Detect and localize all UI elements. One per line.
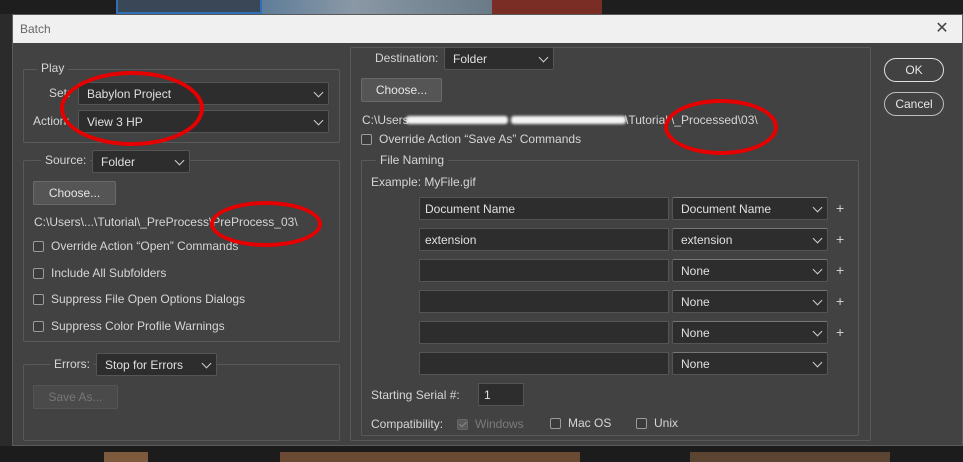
add-row-icon[interactable]: + bbox=[836, 262, 844, 278]
dialog-title: Batch bbox=[20, 22, 51, 36]
annotation-circle bbox=[210, 201, 322, 247]
destination-choose-button[interactable]: Choose... bbox=[361, 78, 442, 102]
errors-label: Errors: bbox=[50, 357, 94, 371]
suppress-open-options-checkbox[interactable]: Suppress File Open Options Dialogs bbox=[33, 292, 245, 306]
naming-select-value: Document Name bbox=[681, 202, 772, 216]
background-thumbnail bbox=[280, 452, 580, 462]
checkbox-box[interactable] bbox=[33, 267, 44, 279]
naming-select-value: None bbox=[681, 264, 710, 278]
destination-select[interactable]: Folder bbox=[444, 47, 554, 70]
naming-text-field[interactable]: Document Name bbox=[419, 197, 669, 220]
checkbox-label: Unix bbox=[654, 416, 679, 430]
naming-select[interactable]: Document Name bbox=[672, 197, 828, 220]
file-naming-example: Example: MyFile.gif bbox=[371, 175, 476, 189]
checkbox-label: Mac OS bbox=[568, 416, 612, 430]
redaction-mark bbox=[511, 116, 626, 124]
errors-select-value: Stop for Errors bbox=[105, 358, 184, 372]
naming-select[interactable]: None bbox=[672, 290, 828, 313]
background-thumbnail bbox=[690, 452, 890, 462]
override-save-as-checkbox[interactable]: Override Action “Save As” Commands bbox=[361, 132, 581, 146]
chevron-down-icon bbox=[201, 358, 212, 369]
naming-select[interactable]: None bbox=[672, 321, 828, 344]
include-subfolders-checkbox[interactable]: Include All Subfolders bbox=[33, 266, 166, 280]
checkbox-label: Include All Subfolders bbox=[51, 266, 167, 280]
chevron-down-icon bbox=[812, 233, 823, 244]
naming-select[interactable]: None bbox=[672, 259, 828, 282]
checkbox-label: Suppress Color Profile Warnings bbox=[51, 319, 225, 333]
chevron-down-icon bbox=[812, 202, 823, 213]
serial-label: Starting Serial #: bbox=[371, 388, 460, 402]
ok-button[interactable]: OK bbox=[884, 58, 944, 82]
checkbox-label: Windows bbox=[475, 417, 524, 431]
serial-input[interactable]: 1 bbox=[478, 383, 524, 406]
chevron-down-icon bbox=[812, 295, 823, 306]
background-thumbnail bbox=[104, 452, 148, 462]
naming-select[interactable]: extension bbox=[672, 228, 828, 251]
suppress-color-profile-checkbox[interactable]: Suppress Color Profile Warnings bbox=[33, 319, 225, 333]
naming-select[interactable]: None bbox=[672, 352, 828, 375]
batch-dialog: Batch ✕ Play Set: Babylon Project Action… bbox=[12, 14, 963, 446]
destination-select-value: Folder bbox=[453, 52, 488, 66]
chevron-down-icon bbox=[538, 52, 549, 63]
source-label: Source: bbox=[41, 153, 91, 167]
override-open-checkbox[interactable]: Override Action “Open” Commands bbox=[33, 239, 238, 253]
naming-select-value: None bbox=[681, 295, 710, 309]
naming-text-field[interactable] bbox=[419, 352, 669, 375]
destination-label: Destination: bbox=[371, 51, 443, 65]
checkbox-label: Override Action “Save As” Commands bbox=[379, 132, 582, 146]
cancel-button[interactable]: Cancel bbox=[884, 92, 944, 116]
naming-select-value: None bbox=[681, 326, 710, 340]
close-icon[interactable]: ✕ bbox=[932, 19, 952, 39]
annotation-circle bbox=[664, 99, 778, 155]
file-naming-legend: File Naming bbox=[376, 153, 449, 167]
destination-path-mid: \Tutorial bbox=[625, 113, 668, 127]
checkbox-label: Suppress File Open Options Dialogs bbox=[51, 292, 246, 306]
checkbox-box[interactable] bbox=[550, 417, 561, 429]
checkbox-label: Override Action “Open” Commands bbox=[51, 239, 239, 253]
windows-checkbox[interactable]: Windows bbox=[457, 417, 524, 431]
background-thumbnail bbox=[492, 0, 602, 14]
compatibility-label: Compatibility: bbox=[371, 417, 444, 431]
errors-select[interactable]: Stop for Errors bbox=[96, 353, 217, 376]
title-bar: Batch ✕ bbox=[13, 15, 962, 43]
chevron-down-icon bbox=[812, 264, 823, 275]
checkbox-box[interactable] bbox=[636, 417, 647, 429]
naming-text-field[interactable] bbox=[419, 290, 669, 313]
chevron-down-icon bbox=[313, 87, 324, 98]
naming-text-field[interactable] bbox=[419, 321, 669, 344]
macos-checkbox[interactable]: Mac OS bbox=[550, 416, 611, 430]
naming-text-field[interactable]: extension bbox=[419, 228, 669, 251]
redaction-mark bbox=[406, 116, 508, 124]
source-select-value: Folder bbox=[101, 155, 136, 169]
chevron-down-icon bbox=[174, 155, 185, 166]
checkbox-box[interactable] bbox=[33, 293, 44, 305]
add-row-icon[interactable]: + bbox=[836, 231, 844, 247]
source-choose-button[interactable]: Choose... bbox=[33, 181, 116, 205]
chevron-down-icon bbox=[812, 357, 823, 368]
naming-select-value: extension bbox=[681, 233, 733, 247]
destination-path-start: C:\Users bbox=[362, 113, 409, 127]
chevron-down-icon bbox=[812, 326, 823, 337]
play-legend: Play bbox=[37, 61, 69, 75]
background-thumbnail bbox=[116, 0, 262, 14]
save-as-button[interactable]: Save As... bbox=[33, 385, 118, 409]
checkbox-box[interactable] bbox=[457, 418, 468, 430]
naming-text-field[interactable] bbox=[419, 259, 669, 282]
source-select[interactable]: Folder bbox=[92, 150, 190, 173]
checkbox-box[interactable] bbox=[33, 240, 44, 252]
checkbox-box[interactable] bbox=[33, 320, 44, 332]
annotation-circle bbox=[60, 71, 204, 146]
naming-select-value: None bbox=[681, 357, 710, 371]
unix-checkbox[interactable]: Unix bbox=[636, 416, 678, 430]
checkbox-box[interactable] bbox=[361, 133, 372, 145]
add-row-icon[interactable]: + bbox=[836, 324, 844, 340]
add-row-icon[interactable]: + bbox=[836, 293, 844, 309]
add-row-icon[interactable]: + bbox=[836, 200, 844, 216]
background-thumbnail bbox=[262, 0, 492, 14]
chevron-down-icon bbox=[313, 115, 324, 126]
